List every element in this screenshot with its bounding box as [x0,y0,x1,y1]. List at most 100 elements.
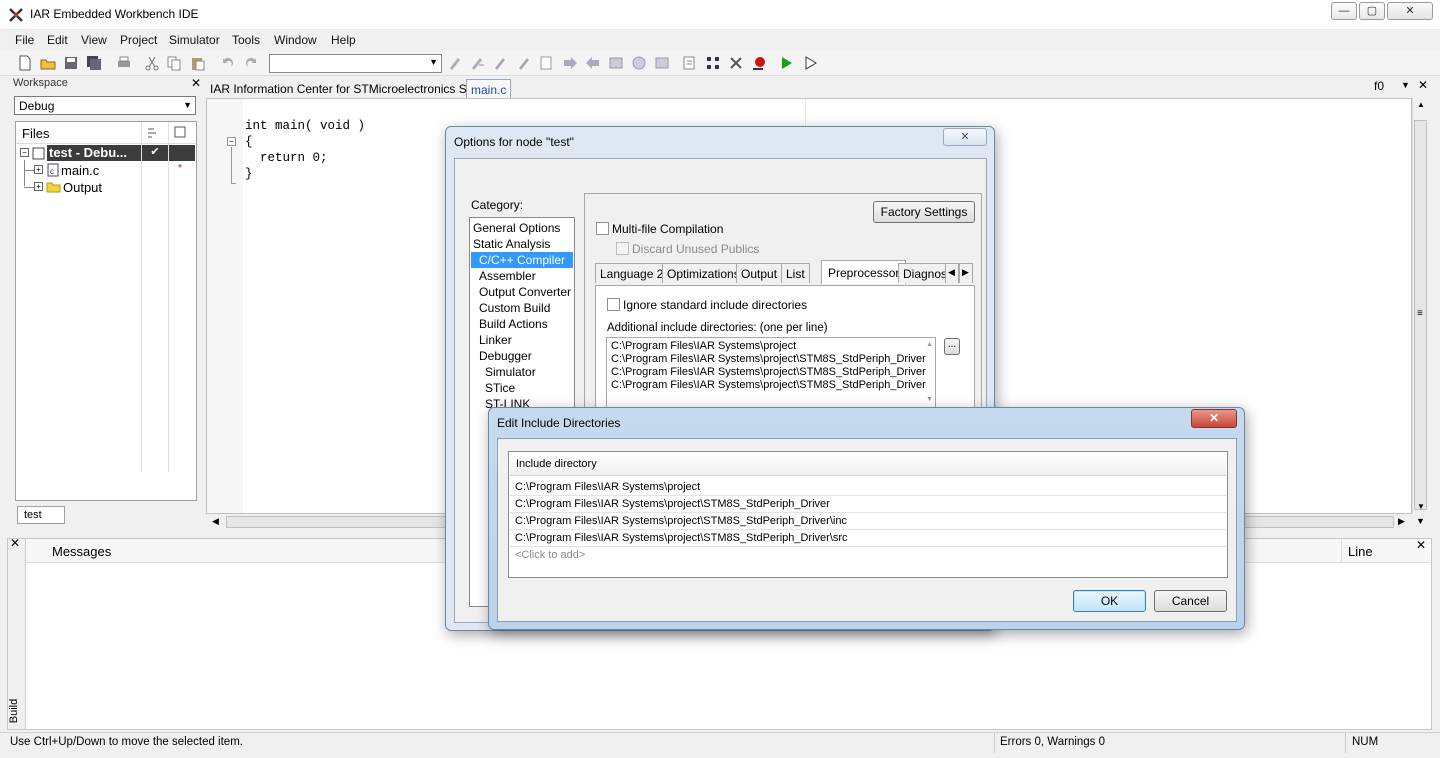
minimize-button[interactable]: — [1331,2,1357,20]
configuration-select[interactable]: Debug ▼ [14,96,196,115]
menu-view[interactable]: View [81,33,107,47]
collapse-icon[interactable]: − [20,148,29,157]
tab-optimizations[interactable]: Optimizations [662,263,745,283]
tab-language2[interactable]: Language 2 [595,263,669,283]
directory-row[interactable]: C:\Program Files\IAR Systems\project\STM… [510,496,1226,513]
browse-button[interactable]: ... [944,338,960,355]
tree-row-output[interactable]: + Output [16,179,196,196]
save-icon[interactable] [63,55,79,71]
category-item[interactable]: Linker [479,333,512,347]
menu-project[interactable]: Project [120,33,157,47]
download-debug-icon[interactable] [779,55,795,71]
compile-icon[interactable] [682,55,698,71]
tab-preprocessor[interactable]: Preprocessor [821,260,907,284]
source-browser-icon[interactable] [654,55,670,71]
tab-scroll-left-icon[interactable]: ◀ [945,263,959,283]
messages-close-icon[interactable]: ✕ [10,536,20,550]
sort-icon[interactable] [146,125,160,139]
category-item-selected[interactable]: C/C++ Compiler [471,252,573,268]
workspace-tab-test[interactable]: test [17,506,65,524]
navigate-forward-icon[interactable] [562,55,578,71]
build-side-tab[interactable]: ✕ Build [8,536,26,729]
category-item[interactable]: General Options [473,221,560,235]
factory-settings-button[interactable]: Factory Settings [873,201,975,223]
category-item[interactable]: Simulator [485,365,536,379]
expand-icon[interactable]: + [34,182,43,191]
menu-help[interactable]: Help [331,33,356,47]
maximize-button[interactable]: ▢ [1359,2,1385,20]
close-button[interactable]: ✕ [1387,2,1433,20]
options-icon[interactable] [173,125,187,139]
click-to-add-row[interactable]: <Click to add> [510,547,1226,564]
function-label[interactable]: f0 [1374,79,1384,93]
include-column-header[interactable]: Include directory [516,458,597,470]
redo-icon[interactable] [243,55,259,71]
line-column: Line [1348,544,1373,559]
tree-row-project[interactable]: − test - Debu... ✔ [16,145,196,162]
debug-without-download-icon[interactable] [803,55,819,71]
category-item[interactable]: Output Converter [479,285,571,299]
function-dropdown-icon[interactable]: ▼ [1401,80,1410,90]
ok-button[interactable]: OK [1073,590,1146,612]
editor-close-icon[interactable]: ✕ [1418,78,1428,92]
scroll-up-icon[interactable]: ▲ [926,341,933,348]
expand-icon[interactable]: + [34,165,43,174]
category-item[interactable]: Assembler [479,269,536,283]
tab-output[interactable]: Output [736,263,783,283]
stop-build-icon[interactable] [728,55,744,71]
goto-bookmark-icon[interactable] [469,55,485,71]
paste-icon[interactable] [190,55,206,71]
editor-vertical-scrollbar[interactable]: ▲ ≡ ▼ [1412,98,1429,514]
menu-edit[interactable]: Edit [47,33,68,47]
discard-checkbox[interactable] [616,242,629,255]
include-textarea[interactable]: C:\Program Files\IAR Systems\project C:\… [606,337,936,409]
category-item[interactable]: Build Actions [479,317,548,331]
directory-row[interactable]: C:\Program Files\IAR Systems\project [510,479,1226,496]
configuration-value: Debug [19,99,55,113]
include-close-button[interactable]: ✕ [1191,409,1237,428]
copy-icon[interactable] [166,55,182,71]
multifile-checkbox[interactable] [596,222,609,235]
browse-icon[interactable] [631,55,647,71]
goto-definition-icon[interactable] [608,55,624,71]
print-icon[interactable] [116,55,132,71]
workspace-close-icon[interactable]: ✕ [191,76,201,90]
menu-file[interactable]: File [15,33,34,47]
breakpoint-icon[interactable] [751,55,767,71]
options-close-button[interactable]: ✕ [943,128,987,146]
open-folder-icon[interactable] [40,55,56,71]
prev-bookmark-icon[interactable] [516,55,532,71]
scroll-down-icon[interactable]: ▼ [926,396,933,403]
undo-icon[interactable] [220,55,236,71]
tab-main-c[interactable]: main.c [466,79,512,98]
save-all-icon[interactable] [86,55,102,71]
cancel-button[interactable]: Cancel [1154,590,1227,612]
directory-row[interactable]: C:\Program Files\IAR Systems\project\STM… [510,530,1226,547]
category-item[interactable]: Static Analysis [473,237,550,251]
fold-icon[interactable]: − [227,137,236,146]
menu-window[interactable]: Window [274,33,317,47]
make-icon[interactable] [705,55,721,71]
cut-icon[interactable] [144,55,160,71]
tab-list[interactable]: List [781,263,810,283]
category-item[interactable]: Debugger [479,349,532,363]
directory-row[interactable]: C:\Program Files\IAR Systems\project\STM… [510,513,1226,530]
ignore-std-checkbox[interactable] [607,298,620,311]
new-file-icon[interactable] [17,55,33,71]
next-bookmark-icon[interactable] [492,55,508,71]
tab-diagnostics[interactable]: Diagnost [898,263,946,283]
navigate-back-icon[interactable] [585,55,601,71]
menu-simulator[interactable]: Simulator [169,33,220,47]
messages-panel-close-icon[interactable]: ✕ [1416,538,1426,552]
menu-tools[interactable]: Tools [232,33,260,47]
tree-row-main-c[interactable]: + c main.c * [16,160,196,186]
tree-item-label: Output [63,180,103,195]
toggle-bookmark-icon[interactable] [447,55,463,71]
category-item[interactable]: Custom Build [479,301,550,315]
tab-info-center[interactable]: IAR Information Center for STMicroelectr… [206,79,495,98]
find-combo[interactable]: ▼ [269,54,442,73]
tab-scroll-right-icon[interactable]: ▶ [959,263,973,283]
build-tab-label[interactable]: Build [8,699,20,723]
find-in-files-icon[interactable] [539,55,555,71]
category-item[interactable]: STice [485,381,515,395]
